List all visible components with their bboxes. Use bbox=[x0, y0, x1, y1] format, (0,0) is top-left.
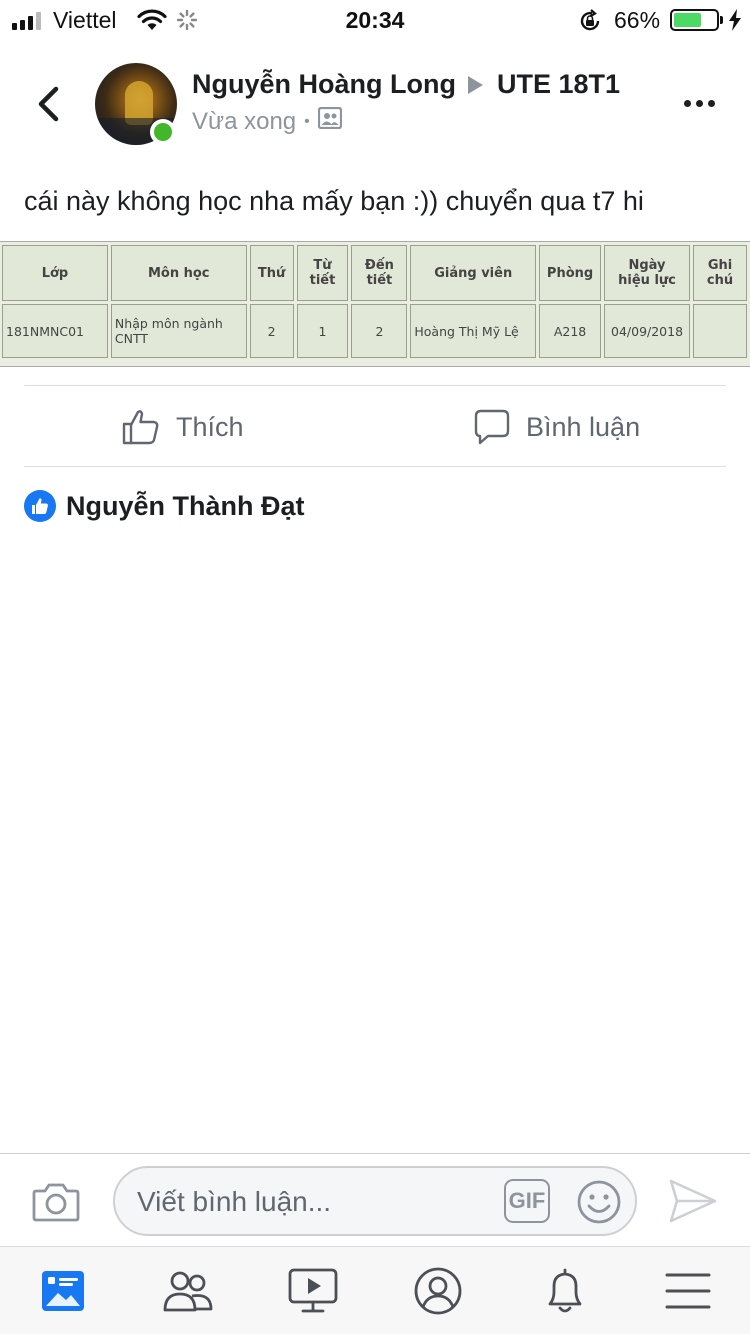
column-header: Lớp bbox=[2, 245, 108, 301]
author-name[interactable]: Nguyễn Hoàng Long bbox=[192, 69, 456, 100]
camera-icon[interactable] bbox=[32, 1182, 80, 1227]
comment-input-container[interactable]: GIF bbox=[113, 1166, 637, 1236]
column-header: Giảng viên bbox=[410, 245, 537, 301]
post-title: Nguyễn Hoàng Long UTE 18T1 bbox=[192, 69, 620, 100]
table-cell: Hoàng Thị Mỹ Lệ bbox=[410, 304, 537, 358]
like-label: Thích bbox=[176, 411, 244, 442]
battery-icon bbox=[670, 9, 719, 31]
column-header: Phòng bbox=[539, 245, 602, 301]
charging-icon bbox=[728, 9, 742, 36]
table-cell: 04/09/2018 bbox=[604, 304, 691, 358]
chevron-left-icon bbox=[38, 86, 59, 122]
table-row: 181NMNC01 Nhập môn ngành CNTT 2 1 2 Hoàng… bbox=[2, 304, 747, 358]
comment-label: Bình luận bbox=[526, 411, 641, 442]
like-reaction-icon bbox=[24, 490, 56, 522]
news-feed-icon[interactable] bbox=[35, 1265, 91, 1317]
schedule-table: Lớp Môn học Thứ Từ tiết Đến tiết Giảng viê… bbox=[0, 242, 750, 361]
group-name[interactable]: UTE 18T1 bbox=[497, 69, 620, 100]
emoji-icon[interactable] bbox=[576, 1179, 622, 1230]
back-button[interactable] bbox=[30, 82, 66, 126]
comment-bubble-icon bbox=[474, 409, 510, 445]
battery-tip bbox=[720, 16, 723, 24]
status-bar: Viettel 20:34 66% bbox=[0, 0, 750, 40]
like-button[interactable]: Thích bbox=[122, 402, 244, 452]
column-header: Đến tiết bbox=[351, 245, 408, 301]
menu-icon[interactable] bbox=[660, 1265, 716, 1317]
column-header: Ngày hiệu lực bbox=[604, 245, 691, 301]
separator-dot: • bbox=[304, 112, 310, 130]
online-status-indicator bbox=[150, 119, 176, 145]
column-header: Từ tiết bbox=[296, 245, 349, 301]
column-header: Môn học bbox=[110, 245, 247, 301]
table-cell: A218 bbox=[539, 304, 602, 358]
notifications-icon[interactable] bbox=[537, 1265, 593, 1317]
watch-icon[interactable] bbox=[285, 1265, 341, 1317]
post-meta: Vừa xong • bbox=[192, 106, 342, 136]
table-cell: Nhập môn ngành CNTT bbox=[110, 304, 247, 358]
reaction-summary[interactable]: Nguyễn Thành Đạt bbox=[24, 490, 305, 522]
table-cell: 181NMNC01 bbox=[2, 304, 108, 358]
table-cell: 2 bbox=[249, 304, 294, 358]
comment-input[interactable] bbox=[137, 1180, 497, 1224]
column-header: Ghi chú bbox=[693, 245, 747, 301]
group-privacy-icon bbox=[317, 106, 342, 136]
thumbs-up-icon bbox=[122, 410, 159, 445]
battery-percentage: 66% bbox=[614, 7, 661, 33]
send-icon[interactable] bbox=[668, 1178, 718, 1229]
posted-in-arrow-icon bbox=[467, 75, 483, 94]
column-header: Thứ bbox=[249, 245, 294, 301]
table-cell: 2 bbox=[351, 304, 408, 358]
rotation-lock-icon bbox=[578, 9, 602, 38]
post-image-schedule-table[interactable]: Lớp Môn học Thứ Từ tiết Đến tiết Giảng viê… bbox=[0, 241, 750, 367]
friends-icon[interactable] bbox=[160, 1265, 216, 1317]
liked-by-name[interactable]: Nguyễn Thành Đạt bbox=[66, 491, 305, 522]
gif-button[interactable]: GIF bbox=[504, 1179, 550, 1223]
divider bbox=[24, 466, 726, 467]
post-time[interactable]: Vừa xong bbox=[192, 108, 296, 136]
battery-level bbox=[674, 13, 702, 27]
table-cell: 1 bbox=[296, 304, 349, 358]
more-options-icon[interactable] bbox=[684, 100, 715, 107]
table-cell bbox=[693, 304, 747, 358]
comment-composer: GIF bbox=[0, 1153, 750, 1245]
profile-icon[interactable] bbox=[410, 1265, 466, 1317]
post-text: cái này không học nha mấy bạn :)) chuyển… bbox=[24, 186, 644, 216]
bottom-tab-bar bbox=[0, 1246, 750, 1334]
divider bbox=[24, 385, 726, 386]
comment-button[interactable]: Bình luận bbox=[474, 402, 640, 452]
table-header-row: Lớp Môn học Thứ Từ tiết Đến tiết Giảng viê… bbox=[2, 245, 747, 301]
